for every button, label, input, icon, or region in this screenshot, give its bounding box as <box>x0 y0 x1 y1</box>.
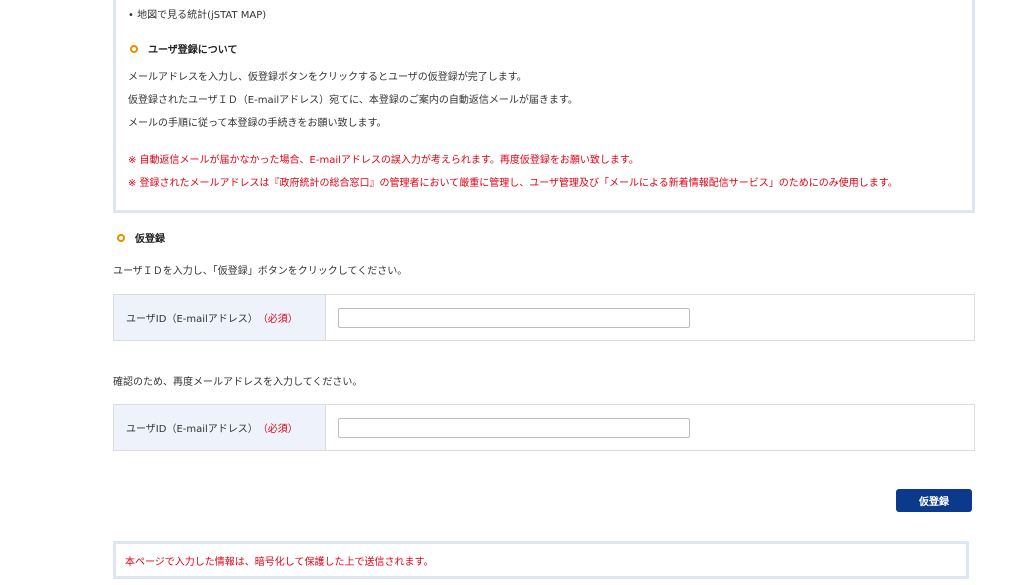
user-registration-heading: ユーザ登録について <box>128 41 238 56</box>
email-field-cell <box>326 295 690 340</box>
bullet-ring-icon <box>130 44 138 53</box>
email-input[interactable] <box>338 307 690 328</box>
info-line-1: メールアドレスを入力し、仮登録ボタンをクリックするとユーザの仮登録が完了します。 <box>128 72 527 83</box>
provisional-register-button[interactable]: 仮登録 <box>896 489 972 512</box>
provisional-registration-heading: 仮登録 <box>115 230 165 245</box>
confirm-instruction: 確認のため、再度メールアドレスを入力してください。 <box>113 377 363 388</box>
warning-note-2: ※ 登録されたメールアドレスは『政府統計の総合窓口』の管理者において厳重に管理し… <box>128 178 898 189</box>
bullet-ring-icon <box>117 233 125 242</box>
field-label-text: ユーザID（E-mailアドレス） <box>126 314 258 325</box>
confirm-email-field-cell <box>326 405 690 450</box>
user-registration-info-box: • 地図で見る統計(jSTAT MAP) ユーザ登録について メールアドレスを入… <box>113 0 975 213</box>
email-field-label: ユーザID（E-mailアドレス） （必須） <box>114 295 326 340</box>
registration-instruction: ユーザＩＤを入力し、「仮登録」ボタンをクリックしてください。 <box>113 266 408 277</box>
confirm-email-field-label: ユーザID（E-mailアドレス） （必須） <box>114 405 326 450</box>
warning-note-1: ※ 自動返信メールが届かなかった場合、E-mailアドレスの誤入力が考えられます… <box>128 155 639 166</box>
info-line-3: メールの手順に従って本登録の手続きをお願い致します。 <box>128 118 387 129</box>
encryption-notice: 本ページで入力した情報は、暗号化して保護した上で送信されます。 <box>113 541 969 579</box>
heading-text: 仮登録 <box>135 234 165 245</box>
confirm-email-form-row: ユーザID（E-mailアドレス） （必須） <box>113 404 975 451</box>
encryption-notice-text: 本ページで入力した情報は、暗号化して保護した上で送信されます。 <box>125 556 434 568</box>
heading-text: ユーザ登録について <box>148 45 238 56</box>
info-line-2: 仮登録されたユーザＩＤ（E-mailアドレス）宛てに、本登録のご案内の自動返信メ… <box>128 95 578 106</box>
field-label-text: ユーザID（E-mailアドレス） <box>126 424 258 435</box>
jstat-map-link-item[interactable]: • 地図で見る統計(jSTAT MAP) <box>128 6 266 21</box>
required-mark: （必須） <box>257 314 298 325</box>
confirm-email-input[interactable] <box>338 417 690 438</box>
required-mark: （必須） <box>257 424 298 435</box>
email-form-row: ユーザID（E-mailアドレス） （必須） <box>113 294 975 341</box>
